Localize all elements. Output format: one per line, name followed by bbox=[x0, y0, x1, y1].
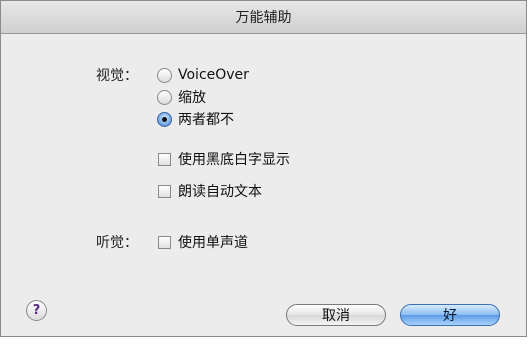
checkbox-mono-audio[interactable] bbox=[158, 235, 171, 249]
checkbox-speak-auto-text[interactable] bbox=[158, 184, 171, 198]
radio-button-voiceover[interactable] bbox=[157, 67, 172, 83]
checkbox-white-on-black[interactable] bbox=[158, 152, 171, 166]
radio-button-zoom[interactable] bbox=[157, 89, 172, 105]
checkbox-label-speak-auto-text: 朗读自动文本 bbox=[178, 184, 262, 200]
radio-zoom[interactable]: 缩放 bbox=[157, 87, 206, 107]
ok-button-label: 好 bbox=[443, 308, 457, 324]
vision-label: 视觉： bbox=[96, 68, 138, 84]
checkbox-label-mono-audio: 使用单声道 bbox=[178, 235, 248, 251]
question-mark-icon: ? bbox=[32, 303, 41, 318]
help-button[interactable]: ? bbox=[26, 300, 47, 321]
cancel-button[interactable]: 取消 bbox=[286, 304, 386, 326]
checkbox-row-white-on-black[interactable]: 使用黑底白字显示 bbox=[158, 149, 290, 169]
cancel-button-label: 取消 bbox=[322, 308, 350, 324]
dialog-title: 万能辅助 bbox=[235, 10, 292, 26]
checkbox-label-white-on-black: 使用黑底白字显示 bbox=[178, 152, 290, 168]
radio-label-neither: 两者都不 bbox=[178, 112, 234, 128]
radio-label-voiceover: VoiceOver bbox=[178, 67, 249, 83]
checkbox-row-speak-auto-text[interactable]: 朗读自动文本 bbox=[158, 181, 262, 201]
radio-voiceover[interactable]: VoiceOver bbox=[157, 65, 249, 85]
radio-label-zoom: 缩放 bbox=[178, 90, 206, 106]
dialog-titlebar: 万能辅助 bbox=[1, 1, 526, 34]
ok-button[interactable]: 好 bbox=[400, 304, 500, 326]
radio-button-neither[interactable] bbox=[157, 111, 172, 127]
accessibility-dialog: 万能辅助 视觉： VoiceOver 缩放 两者都不 使用黑底白字显示 朗读自动… bbox=[0, 0, 527, 337]
hearing-label: 听觉： bbox=[96, 235, 138, 251]
radio-neither[interactable]: 两者都不 bbox=[157, 109, 234, 129]
checkbox-row-mono-audio[interactable]: 使用单声道 bbox=[158, 232, 248, 252]
